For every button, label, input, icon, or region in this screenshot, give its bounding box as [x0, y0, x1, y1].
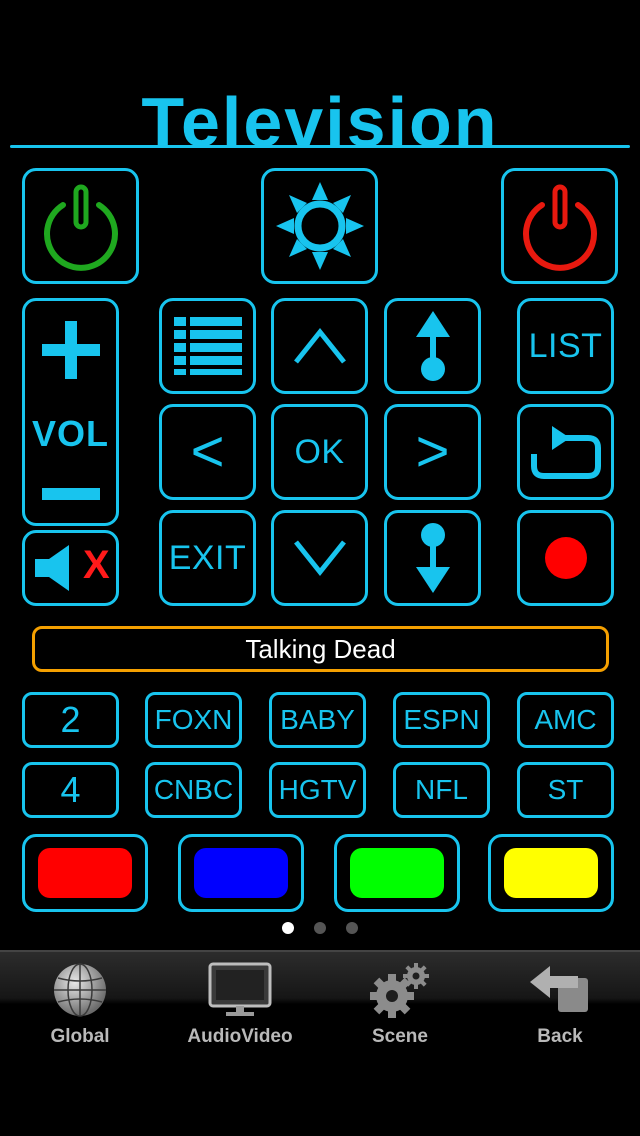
back-arrow-icon [530, 966, 588, 1012]
gears-icon [370, 963, 429, 1018]
channel-preset-amc[interactable]: AMC [517, 692, 614, 748]
power-icon-red [522, 184, 597, 271]
ok-label: OK [294, 432, 345, 471]
channel-label: ESPN [403, 704, 480, 735]
blue-swatch [194, 848, 288, 898]
exit-label: EXIT [168, 538, 247, 577]
page-indicator[interactable] [0, 922, 640, 934]
yellow-swatch [504, 848, 598, 898]
volume-rocker: VOL [22, 298, 119, 526]
tab-label: AudioVideo [187, 1026, 293, 1047]
channel-preset-nfl[interactable]: NFL [393, 762, 490, 818]
mute-button[interactable]: X [22, 530, 119, 606]
green-swatch [350, 848, 444, 898]
tab-back[interactable]: Back [480, 952, 640, 1052]
left-arrow-label: < [190, 419, 225, 484]
channel-label: NFL [415, 774, 468, 805]
power-icon-green [43, 184, 118, 271]
channel-preset-foxn[interactable]: FOXN [145, 692, 242, 748]
channel-label: HGTV [278, 774, 357, 805]
red-swatch [38, 848, 132, 898]
chevron-down-icon [293, 540, 346, 577]
tab-label: Global [50, 1026, 110, 1047]
down-button[interactable] [271, 510, 368, 606]
power-on-button[interactable] [22, 168, 139, 284]
mute-x-mark: X [83, 543, 110, 587]
channel-label: 4 [60, 769, 81, 810]
chevron-up-icon [293, 327, 346, 364]
plus-icon[interactable] [40, 319, 102, 381]
channel-preset-hgtv[interactable]: HGTV [269, 762, 366, 818]
monitor-icon [208, 962, 272, 1016]
channel-label: ST [547, 774, 584, 805]
minus-icon[interactable] [40, 487, 102, 501]
now-playing-bar: Talking Dead [32, 626, 609, 672]
volume-label: VOL [31, 413, 109, 454]
channel-label: BABY [280, 704, 355, 735]
page-dot-1[interactable] [282, 922, 294, 934]
sun-icon [275, 182, 364, 270]
channel-preset-baby[interactable]: BABY [269, 692, 366, 748]
return-icon [530, 426, 601, 479]
up-button[interactable] [271, 298, 368, 394]
channel-label: FOXN [154, 704, 233, 735]
record-icon [544, 537, 587, 579]
brightness-button[interactable] [261, 168, 378, 284]
channel-down-button[interactable] [384, 510, 481, 606]
menu-button[interactable] [159, 298, 256, 394]
tab-label: Back [537, 1026, 583, 1047]
tab-bar: Global AudioVideo Scene Back [0, 950, 640, 1136]
record-button[interactable] [517, 510, 614, 606]
list-button[interactable]: LIST [517, 298, 614, 394]
channel-preset-4[interactable]: 4 [22, 762, 119, 818]
globe-icon [54, 963, 106, 1017]
channel-up-button[interactable] [384, 298, 481, 394]
channel-preset-2[interactable]: 2 [22, 692, 119, 748]
page-dot-3[interactable] [346, 922, 358, 934]
yellow-color-button[interactable] [488, 834, 614, 912]
channel-preset-espn[interactable]: ESPN [393, 692, 490, 748]
channel-label: CNBC [153, 774, 234, 805]
channel-preset-st[interactable]: ST [517, 762, 614, 818]
channel-preset-cnbc[interactable]: CNBC [145, 762, 242, 818]
tab-label: Scene [372, 1026, 428, 1047]
power-off-button[interactable] [501, 168, 618, 284]
list-label: LIST [528, 326, 603, 365]
page-dot-2[interactable] [314, 922, 326, 934]
page-title: Television [141, 83, 499, 161]
return-button[interactable] [517, 404, 614, 500]
tab-global[interactable]: Global [0, 952, 160, 1052]
blue-color-button[interactable] [178, 834, 304, 912]
left-button[interactable]: < [159, 404, 256, 500]
title-underline [10, 145, 630, 148]
green-color-button[interactable] [334, 834, 460, 912]
channel-up-icon [415, 311, 450, 381]
ok-button[interactable]: OK [271, 404, 368, 500]
red-color-button[interactable] [22, 834, 148, 912]
exit-button[interactable]: EXIT [159, 510, 256, 606]
channel-label: 2 [60, 699, 81, 740]
channel-down-icon [415, 523, 450, 593]
menu-list-icon [173, 317, 242, 375]
tab-scene[interactable]: Scene [320, 952, 480, 1052]
right-button[interactable]: > [384, 404, 481, 500]
channel-label: AMC [534, 704, 597, 735]
tab-audiovideo[interactable]: AudioVideo [160, 952, 320, 1052]
right-arrow-label: > [415, 419, 450, 484]
